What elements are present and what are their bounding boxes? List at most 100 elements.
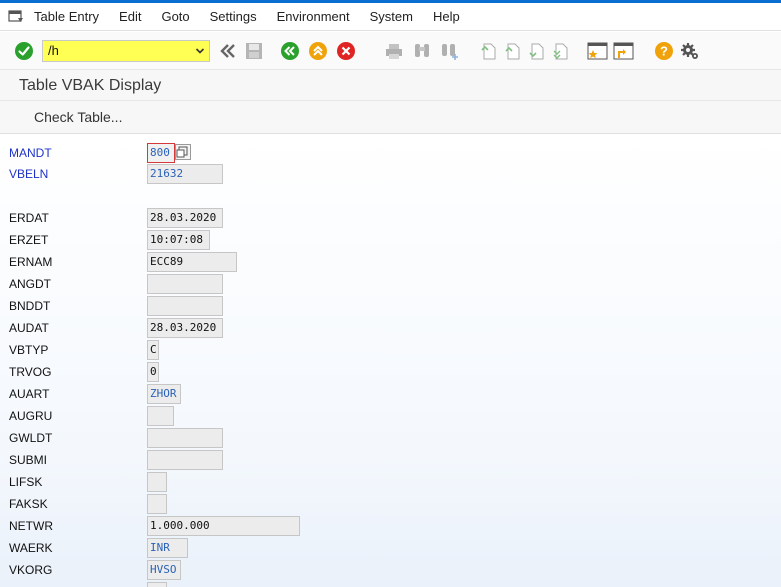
binoculars-icon [415, 43, 429, 57]
field-label: VBELN [9, 167, 49, 181]
back-icon [281, 41, 299, 60]
menu-environment[interactable]: Environment [277, 9, 350, 24]
command-field[interactable] [42, 39, 210, 62]
printer-icon [386, 43, 402, 59]
field-row-auart: AUART ZHOR [0, 384, 781, 406]
field-value[interactable] [147, 296, 223, 316]
field-value[interactable]: 28.03.2020 [147, 318, 223, 338]
exit-icon [309, 41, 327, 60]
menu-settings[interactable]: Settings [210, 9, 257, 24]
field-label: VKORG [9, 563, 53, 577]
field-label: NETWR [9, 519, 53, 533]
field-row-lifsk: LIFSK [0, 472, 781, 494]
field-value[interactable]: 28.03.2020 [147, 208, 223, 228]
field-label: ERZET [9, 233, 49, 247]
field-value[interactable] [147, 406, 174, 426]
field-row-erdat: ERDAT 28.03.2020 [0, 208, 781, 230]
field-row-partial [0, 582, 781, 587]
save-icon [246, 42, 262, 59]
field-value[interactable]: ECC89 [147, 252, 237, 272]
find-button[interactable] [410, 39, 434, 63]
field-row-ernam: ERNAM ECC89 [0, 252, 781, 274]
field-label: FAKSK [9, 497, 48, 511]
field-row-vbeln: VBELN 21632 [0, 164, 781, 186]
field-value[interactable] [147, 472, 167, 492]
field-label: ERNAM [9, 255, 53, 269]
value-help-icon[interactable] [175, 144, 191, 160]
field-value[interactable]: C [147, 340, 159, 360]
field-label: VBTYP [9, 343, 49, 357]
field-value-partial[interactable] [147, 582, 167, 587]
field-row-submi: SUBMI [0, 450, 781, 472]
previous-page-icon [505, 43, 520, 59]
field-label: AUDAT [9, 321, 49, 335]
exit-button[interactable] [306, 39, 330, 63]
field-row-audat: AUDAT 28.03.2020 [0, 318, 781, 340]
create-session-button[interactable] [586, 39, 610, 63]
last-page-button[interactable] [548, 39, 572, 63]
field-value[interactable] [147, 494, 167, 514]
field-label: LIFSK [9, 475, 43, 489]
field-row-vbtyp: VBTYP C [0, 340, 781, 362]
field-row-bnddt: BNDDT [0, 296, 781, 318]
menu-icon[interactable] [8, 9, 24, 24]
field-label: AUGRU [9, 409, 53, 423]
application-toolbar: Check Table... [0, 101, 781, 134]
field-row-netwr: NETWR 1.000.000 [0, 516, 781, 538]
field-label: ANGDT [9, 277, 51, 291]
standard-toolbar: ? [0, 32, 781, 70]
field-value[interactable]: 10:07:08 [147, 230, 210, 250]
back-button[interactable] [278, 39, 302, 63]
first-page-button[interactable] [476, 39, 500, 63]
save-button[interactable] [242, 39, 266, 63]
help-button[interactable]: ? [652, 39, 676, 63]
field-row-vkorg: VKORG HVSO [0, 560, 781, 582]
help-icon: ? [655, 41, 673, 60]
field-row-waerk: WAERK INR [0, 538, 781, 560]
field-row-augru: AUGRU [0, 406, 781, 428]
menu-goto[interactable]: Goto [161, 9, 189, 24]
field-value[interactable]: INR [147, 538, 188, 558]
menu-system[interactable]: System [370, 9, 413, 24]
menu-bar: Table Entry Edit Goto Settings Environme… [0, 3, 781, 31]
field-label: WAERK [9, 541, 53, 555]
previous-page-button[interactable] [500, 39, 524, 63]
field-row-trvog: TRVOG 0 [0, 362, 781, 384]
cancel-button[interactable] [334, 39, 358, 63]
collapse-toolbar-button[interactable] [216, 39, 240, 63]
field-value[interactable]: 800 [147, 143, 175, 163]
print-button[interactable] [382, 39, 406, 63]
field-label: SUBMI [9, 453, 48, 467]
field-value[interactable]: HVSO [147, 560, 181, 580]
chevron-down-icon[interactable] [195, 46, 205, 56]
cancel-icon [337, 41, 355, 60]
enter-button[interactable] [12, 39, 36, 63]
field-value[interactable] [147, 274, 223, 294]
page-title: Table VBAK Display [0, 70, 781, 101]
next-page-button[interactable] [524, 39, 548, 63]
field-row-gwldt: GWLDT [0, 428, 781, 450]
field-value[interactable]: 21632 [147, 164, 223, 184]
field-row-mandt: MANDT 800 [0, 143, 781, 165]
new-window-icon [587, 42, 608, 59]
field-list: MANDT 800 VBELN 21632 ERDAT 28.03.2020 E… [0, 134, 781, 587]
field-label: TRVOG [9, 365, 52, 379]
find-next-button[interactable] [438, 39, 462, 63]
next-page-icon [529, 43, 544, 59]
field-value[interactable] [147, 450, 223, 470]
field-row-erzet: ERZET 10:07:08 [0, 230, 781, 252]
menu-help[interactable]: Help [433, 9, 460, 24]
field-value[interactable] [147, 428, 223, 448]
command-input[interactable] [48, 43, 188, 58]
check-table-button[interactable]: Check Table... [34, 109, 122, 125]
generate-shortcut-button[interactable] [612, 39, 636, 63]
field-row-faksk: FAKSK [0, 494, 781, 516]
field-value[interactable]: ZHOR [147, 384, 181, 404]
settings-button[interactable] [678, 39, 702, 63]
last-page-icon [553, 43, 568, 59]
menu-table-entry[interactable]: Table Entry [34, 9, 99, 24]
field-value[interactable]: 1.000.000 [147, 516, 300, 536]
svg-text:?: ? [660, 43, 668, 58]
field-value[interactable]: 0 [147, 362, 159, 382]
menu-edit[interactable]: Edit [119, 9, 141, 24]
